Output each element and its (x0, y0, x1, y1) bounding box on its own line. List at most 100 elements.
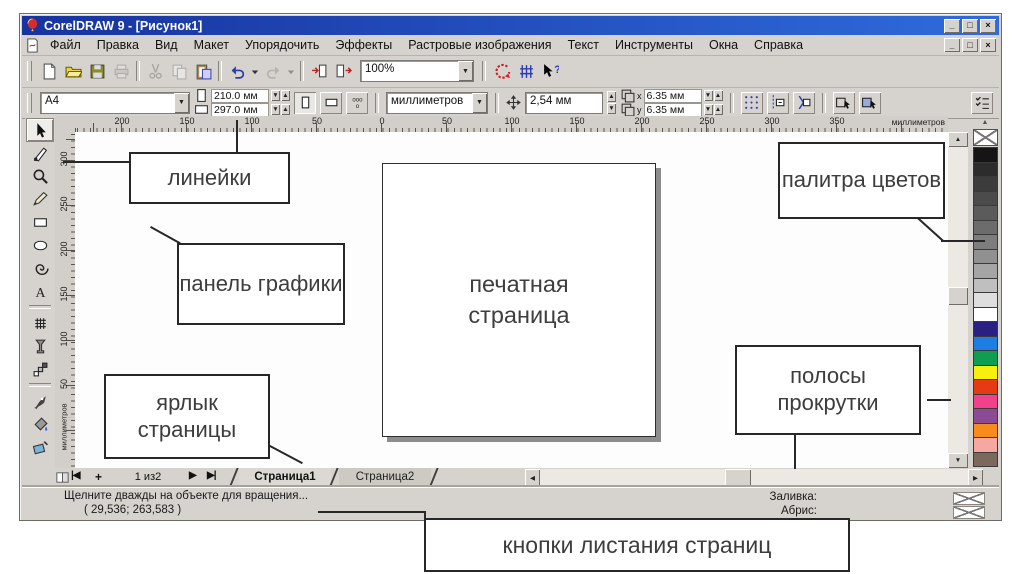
open-button[interactable] (61, 59, 85, 83)
application-launcher-button[interactable] (490, 59, 514, 83)
redo-button[interactable] (261, 59, 285, 83)
toolbar-grip[interactable] (27, 61, 32, 81)
menu-item[interactable]: Правка (89, 36, 147, 54)
color-swatch[interactable] (973, 293, 997, 308)
landscape-orientation-button[interactable] (320, 91, 342, 114)
zoom-level-combo[interactable]: 100% ▼ (360, 60, 474, 82)
spin-down-button[interactable]: ▼ (703, 104, 713, 115)
color-swatch[interactable] (973, 191, 997, 206)
fill-tool[interactable] (27, 413, 53, 435)
no-color-swatch[interactable] (972, 129, 998, 146)
zoom-tool[interactable] (27, 165, 53, 187)
units-combo[interactable]: миллиметров ▼ (386, 91, 488, 114)
save-button[interactable] (85, 59, 109, 83)
color-swatch[interactable] (973, 278, 997, 293)
spin-down-button[interactable]: ▼ (271, 90, 280, 101)
document-close-button[interactable]: × (980, 38, 996, 52)
text-tool[interactable]: A (27, 280, 53, 302)
first-page-button[interactable]: |◀ (71, 470, 80, 481)
vertical-ruler[interactable]: 300 250 200 150 100 50 миллиметров (55, 132, 76, 468)
treat-as-filled-button[interactable] (858, 91, 881, 114)
color-swatch[interactable] (973, 249, 997, 264)
ruler-origin[interactable] (55, 116, 76, 133)
page-tab-2[interactable]: Страница2 (339, 468, 431, 485)
interactive-transparency-tool[interactable] (27, 335, 53, 357)
spin-up-button[interactable]: ▲ (607, 91, 616, 102)
paper-size-combo[interactable]: A4 ▼ (40, 91, 190, 114)
paste-button[interactable] (191, 59, 215, 83)
options-button[interactable] (971, 91, 993, 114)
menu-item[interactable]: Справка (746, 36, 811, 54)
color-swatch[interactable] (973, 394, 997, 409)
menu-item[interactable]: Упорядочить (237, 36, 327, 54)
page-height-field[interactable]: 297.0 мм (211, 102, 269, 117)
document-restore-button[interactable]: □ (962, 38, 978, 52)
menu-item[interactable]: Текст (560, 36, 607, 54)
add-page-button[interactable]: + (95, 470, 102, 484)
page-width-field[interactable]: 210.0 мм (211, 88, 269, 103)
print-button[interactable] (109, 59, 133, 83)
spiral-tool[interactable] (27, 257, 53, 279)
rectangle-tool[interactable] (27, 211, 53, 233)
title-bar[interactable]: CorelDRAW 9 - [Рисунок1] _ □ × (22, 16, 999, 35)
nudge-offset-field[interactable]: 2,54 мм (525, 91, 603, 114)
scroll-right-button[interactable]: ▶ (968, 469, 983, 486)
chevron-down-icon[interactable]: ▼ (458, 61, 473, 81)
freehand-tool[interactable] (27, 188, 53, 210)
undo-dropdown-button[interactable] (249, 59, 261, 83)
horizontal-scrollbar-thumb[interactable] (725, 469, 751, 486)
color-swatch[interactable] (973, 322, 997, 337)
document-minimize-button[interactable]: _ (944, 38, 960, 52)
menu-item[interactable]: Макет (186, 36, 237, 54)
menu-item[interactable]: Инструменты (607, 36, 701, 54)
color-swatch[interactable] (973, 162, 997, 177)
treat-as-outline-button[interactable] (832, 91, 855, 114)
spin-up-button[interactable]: ▲ (713, 104, 723, 115)
color-swatch[interactable] (973, 452, 997, 466)
shape-tool[interactable] (27, 142, 53, 164)
duplicate-y-field[interactable]: 6.35 мм (643, 102, 702, 117)
close-button[interactable]: × (980, 18, 996, 33)
duplicate-x-field[interactable]: 6.35 мм (643, 88, 702, 103)
cut-button[interactable] (143, 59, 167, 83)
snap-to-grid-button[interactable] (740, 91, 763, 114)
color-swatch[interactable] (973, 235, 997, 250)
menu-item[interactable]: Файл (42, 36, 89, 54)
apply-to-all-pages-button[interactable]: ooo o (346, 91, 368, 114)
color-swatch[interactable] (973, 351, 997, 366)
color-swatch[interactable] (973, 220, 997, 235)
color-swatch[interactable] (973, 423, 997, 438)
color-swatch[interactable] (973, 307, 997, 322)
color-swatch[interactable] (973, 336, 997, 351)
spin-up-button[interactable]: ▲ (281, 104, 290, 115)
color-swatch[interactable] (973, 264, 997, 279)
color-swatch[interactable] (973, 206, 997, 221)
import-button[interactable] (307, 59, 331, 83)
copy-button[interactable] (167, 59, 191, 83)
menu-item[interactable]: Окна (701, 36, 746, 54)
outline-tool[interactable] (27, 390, 53, 412)
chevron-down-icon[interactable]: ▼ (174, 92, 189, 113)
next-page-button[interactable]: ▶ (189, 470, 197, 481)
menu-item[interactable]: Эффекты (327, 36, 400, 54)
export-button[interactable] (331, 59, 355, 83)
menu-item[interactable]: Растровые изображения (400, 36, 559, 54)
restore-button[interactable]: □ (962, 18, 978, 33)
spin-up-button[interactable]: ▲ (713, 90, 723, 101)
property-bar-grip[interactable] (27, 92, 32, 113)
horizontal-ruler[interactable]: 200 150 100 50 0 50 100 150 200 250 300 350 миллимет… (75, 116, 948, 133)
scroll-left-button[interactable]: ◀ (525, 469, 540, 486)
scroll-up-button[interactable]: ▲ (948, 132, 968, 147)
whats-this-help-button[interactable]: ? (538, 59, 562, 83)
page-tab-1[interactable]: Страница1 (239, 468, 331, 485)
pick-tool[interactable] (27, 119, 53, 141)
spin-down-button[interactable]: ▼ (607, 103, 616, 114)
vertical-scrollbar[interactable]: ▲ ▼ (948, 132, 968, 468)
document-icon[interactable] (25, 37, 40, 53)
fill-color-swatch[interactable] (953, 492, 985, 505)
new-document-button[interactable] (37, 59, 61, 83)
color-swatch[interactable] (973, 380, 997, 395)
portrait-orientation-button[interactable] (294, 91, 316, 114)
chevron-down-icon[interactable]: ▼ (472, 92, 487, 113)
vertical-scrollbar-thumb[interactable] (948, 287, 968, 305)
